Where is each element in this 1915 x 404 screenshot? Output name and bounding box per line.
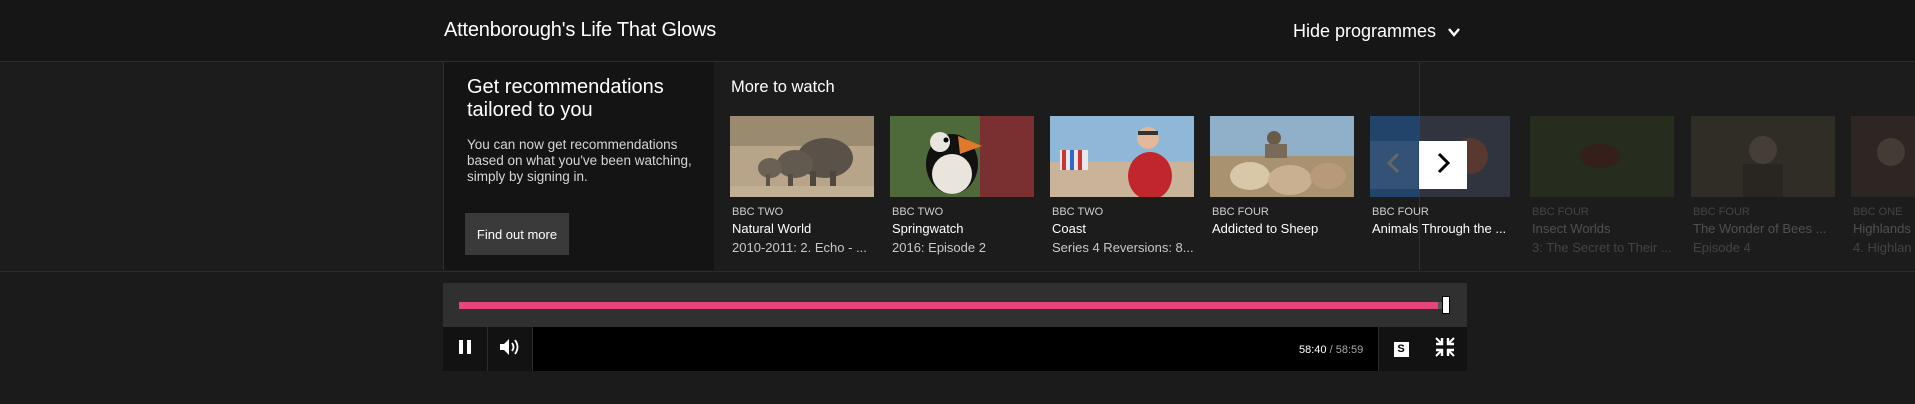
rail-next-button[interactable] [1419,141,1467,189]
programme-thumbnail [1210,116,1354,197]
card-channel: BBC FOUR [1212,206,1269,218]
find-out-more-button[interactable]: Find out more [465,213,569,255]
programme-card[interactable]: BBC FOUR The Wonder of Bees ... Episode … [1691,116,1835,266]
programme-card[interactable]: BBC FOUR Addicted to Sheep [1210,116,1354,266]
progress-scrubber-handle[interactable] [1442,296,1450,314]
hide-programmes-label: Hide programmes [1293,21,1437,41]
volume-button[interactable] [488,327,532,371]
card-title: Natural World [732,221,812,236]
card-episode: 2016: Episode 2 [892,240,986,255]
total-time: / 58:59 [1329,344,1364,356]
progress-fill [459,302,1439,309]
volume-icon [498,336,522,363]
chevron-right-icon [1431,151,1455,180]
programme-thumbnail [1851,116,1915,197]
programme-card[interactable]: BBC FOUR Animals Through the ... [1370,116,1510,266]
card-channel: BBC FOUR [1372,206,1429,218]
programme-card[interactable]: BBC TWO Natural World 2010-2011: 2. Echo… [730,116,874,266]
rail-title: More to watch [731,78,835,96]
subtitles-icon: S [1393,341,1409,357]
programme-card[interactable]: BBC TWO Coast Series 4 Reversions: 8... [1050,116,1194,266]
exit-fullscreen-button[interactable] [1423,327,1467,371]
subtitles-button[interactable]: S [1379,327,1423,371]
current-time: 58:40 [1299,344,1327,356]
card-title: Highlands [1853,221,1911,236]
card-title: Animals Through the ... [1372,221,1507,236]
promo-body: You can now get recommendations based on… [467,137,692,184]
card-channel: BBC FOUR [1532,206,1589,218]
card-title: Addicted to Sheep [1212,221,1319,236]
card-episode: 3: The Secret to Their ... [1532,240,1672,255]
card-channel: BBC ONE [1853,206,1903,218]
card-channel: BBC TWO [1052,206,1104,218]
card-episode: Series 4 Reversions: 8... [1052,240,1194,255]
card-channel: BBC FOUR [1693,206,1750,218]
programme-thumbnail [1530,116,1674,197]
programme-thumbnail [730,116,874,197]
progress-bar[interactable] [459,302,1443,309]
control-separator [532,327,533,371]
subtitles-label: S [1397,343,1405,355]
time-display: 58:40 / 58:59 [1299,344,1363,356]
promo-title: Get recommendations tailored to you [467,76,664,121]
programme-card[interactable]: BBC ONE Highlands 4. Highlan [1851,116,1915,266]
card-channel: BBC TWO [732,206,784,218]
programme-thumbnail [890,116,1034,197]
pause-icon [458,339,472,360]
player-controls: 58:40 / 58:59 S [443,327,1467,371]
programme-card[interactable]: BBC TWO Springwatch 2016: Episode 2 [890,116,1034,266]
chevron-left-icon [1382,151,1406,180]
programme-thumbnail [1050,116,1194,197]
exit-fullscreen-icon [1434,336,1456,363]
media-player: 58:40 / 58:59 S [443,283,1467,371]
rail-previous-button[interactable] [1370,141,1418,189]
chevron-down-icon [1446,24,1462,40]
programme-thumbnail [1691,116,1835,197]
pause-button[interactable] [443,327,487,371]
programme-title: Attenborough's Life That Glows [444,19,717,41]
card-title: Coast [1052,221,1086,236]
programme-header: Attenborough's Life That Glows Hide prog… [0,0,1915,62]
card-episode: Episode 4 [1693,240,1751,255]
card-title: Insect Worlds [1532,221,1611,236]
more-to-watch-rail: Get recommendations tailored to you You … [0,62,1915,272]
programme-card[interactable]: BBC FOUR Insect Worlds 3: The Secret to … [1530,116,1674,266]
recommendations-promo: Get recommendations tailored to you You … [444,62,714,270]
card-title: Springwatch [892,221,964,236]
card-channel: BBC TWO [892,206,944,218]
card-title: The Wonder of Bees ... [1693,221,1827,236]
card-episode: 4. Highlan [1853,240,1912,255]
card-episode: 2010-2011: 2. Echo - ... [732,240,867,255]
hide-programmes-button[interactable]: Hide programmes [1293,21,1462,42]
